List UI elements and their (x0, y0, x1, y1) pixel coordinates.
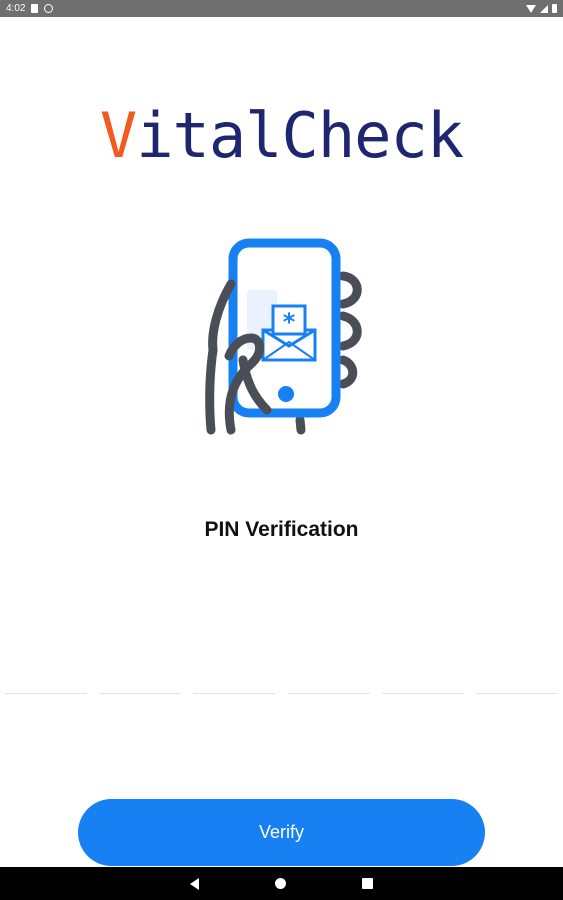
status-time: 4:02 (6, 3, 26, 14)
status-bar: 4:02 (0, 0, 563, 17)
status-left: 4:02 (6, 3, 54, 14)
pin-input-group (5, 690, 558, 694)
page-title: PIN Verification (204, 518, 359, 541)
data-saver-icon (44, 4, 54, 13)
pin-digit-2[interactable] (99, 690, 182, 694)
pin-digit-5[interactable] (381, 690, 464, 694)
svg-text:*: * (283, 308, 296, 336)
logo-accent-letter: V (99, 99, 137, 172)
recents-icon[interactable] (362, 878, 373, 889)
phone-pin-message-icon: * (205, 238, 362, 435)
pin-verification-screen: 4:02 VitalCheck * PIN Verification Verif… (0, 0, 563, 900)
pin-digit-6[interactable] (475, 690, 558, 694)
status-right (526, 4, 557, 13)
app-logo: VitalCheck (0, 96, 563, 176)
navigation-bar (0, 867, 563, 900)
home-icon[interactable] (275, 878, 286, 889)
pin-digit-3[interactable] (193, 690, 276, 694)
back-icon[interactable] (190, 877, 199, 890)
signal-icon (540, 4, 548, 13)
verify-button[interactable]: Verify (78, 799, 485, 866)
wifi-icon (526, 4, 536, 13)
pin-digit-1[interactable] (5, 690, 87, 694)
sim-card-icon (31, 4, 39, 13)
battery-icon (552, 4, 557, 13)
logo-text: italCheck (136, 99, 464, 172)
pin-digit-4[interactable] (287, 690, 370, 694)
